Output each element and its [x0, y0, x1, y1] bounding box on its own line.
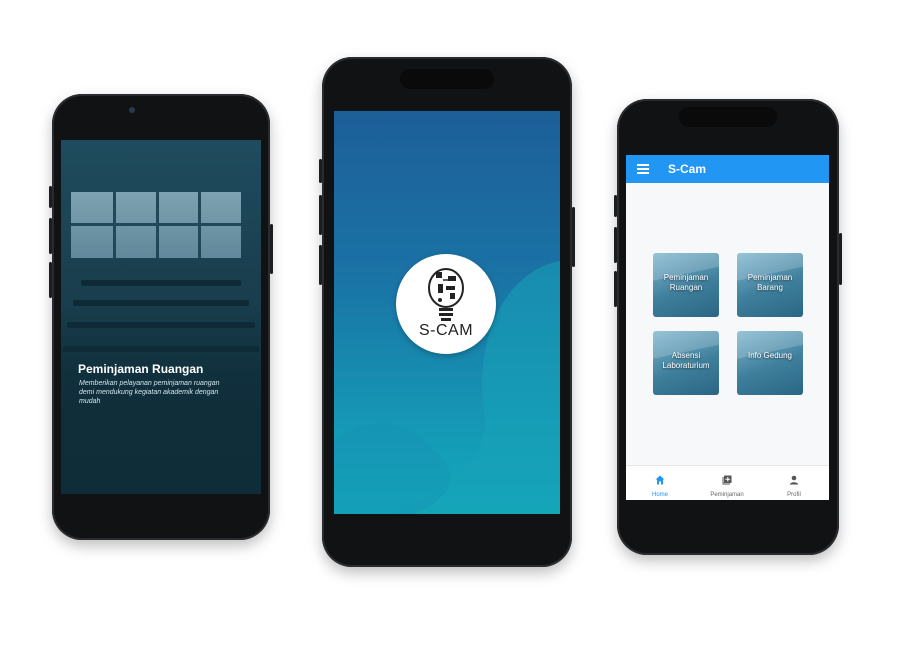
tile-peminjaman-ruangan[interactable]: Peminjaman Ruangan: [653, 253, 719, 317]
onboarding-screen: Peminjaman Ruangan Memberikan pelayanan …: [61, 140, 261, 494]
tile-info-gedung[interactable]: Info Gedung: [737, 331, 803, 395]
add-box-icon: [722, 475, 732, 485]
home-screen: S-Cam Peminjaman Ruangan Peminjaman Bara…: [626, 155, 829, 500]
nav-label: Home: [651, 492, 668, 498]
dynamic-island: [400, 69, 494, 89]
phone-mockup-splash: S-CAM: [319, 57, 575, 567]
lightbulb-circuit-icon: [428, 268, 464, 321]
splash-screen: S-CAM: [334, 111, 560, 514]
tile-label: Info Gedung: [747, 351, 793, 360]
tile-absensi-laboratorium[interactable]: Absensi Laboraturium: [653, 331, 719, 395]
person-icon: [789, 475, 799, 485]
nav-label: Peminjaman: [710, 492, 744, 498]
app-bar: S-Cam: [626, 155, 829, 183]
nav-label: Profil: [787, 492, 801, 498]
onboarding-description: Memberikan pelayanan peminjaman ruangan …: [79, 380, 220, 405]
hamburger-menu-icon[interactable]: [637, 164, 649, 174]
phone-mockup-onboarding: Peminjaman Ruangan Memberikan pelayanan …: [49, 94, 273, 540]
nav-item-home[interactable]: Home: [630, 472, 690, 498]
app-title: S-Cam: [668, 162, 707, 176]
logo-text: S-CAM: [418, 322, 474, 339]
classroom-window-image: [71, 192, 241, 258]
tile-label: Peminjaman Barang: [747, 273, 793, 292]
onboarding-title: Peminjaman Ruangan: [78, 362, 204, 376]
tile-label: Peminjaman Ruangan: [663, 273, 709, 292]
dynamic-island: [679, 107, 777, 127]
tile-label: Absensi Laboraturium: [662, 351, 710, 370]
home-icon: [655, 475, 665, 485]
bottom-navigation: Home Peminjaman Profil: [626, 465, 829, 500]
app-logo: S-CAM: [396, 254, 496, 354]
nav-item-profil[interactable]: Profil: [764, 472, 824, 498]
nav-item-peminjaman[interactable]: Peminjaman: [697, 472, 757, 498]
camera-dot: [129, 107, 135, 113]
phone-mockup-home: S-Cam Peminjaman Ruangan Peminjaman Bara…: [614, 99, 842, 555]
tile-peminjaman-barang[interactable]: Peminjaman Barang: [737, 253, 803, 317]
